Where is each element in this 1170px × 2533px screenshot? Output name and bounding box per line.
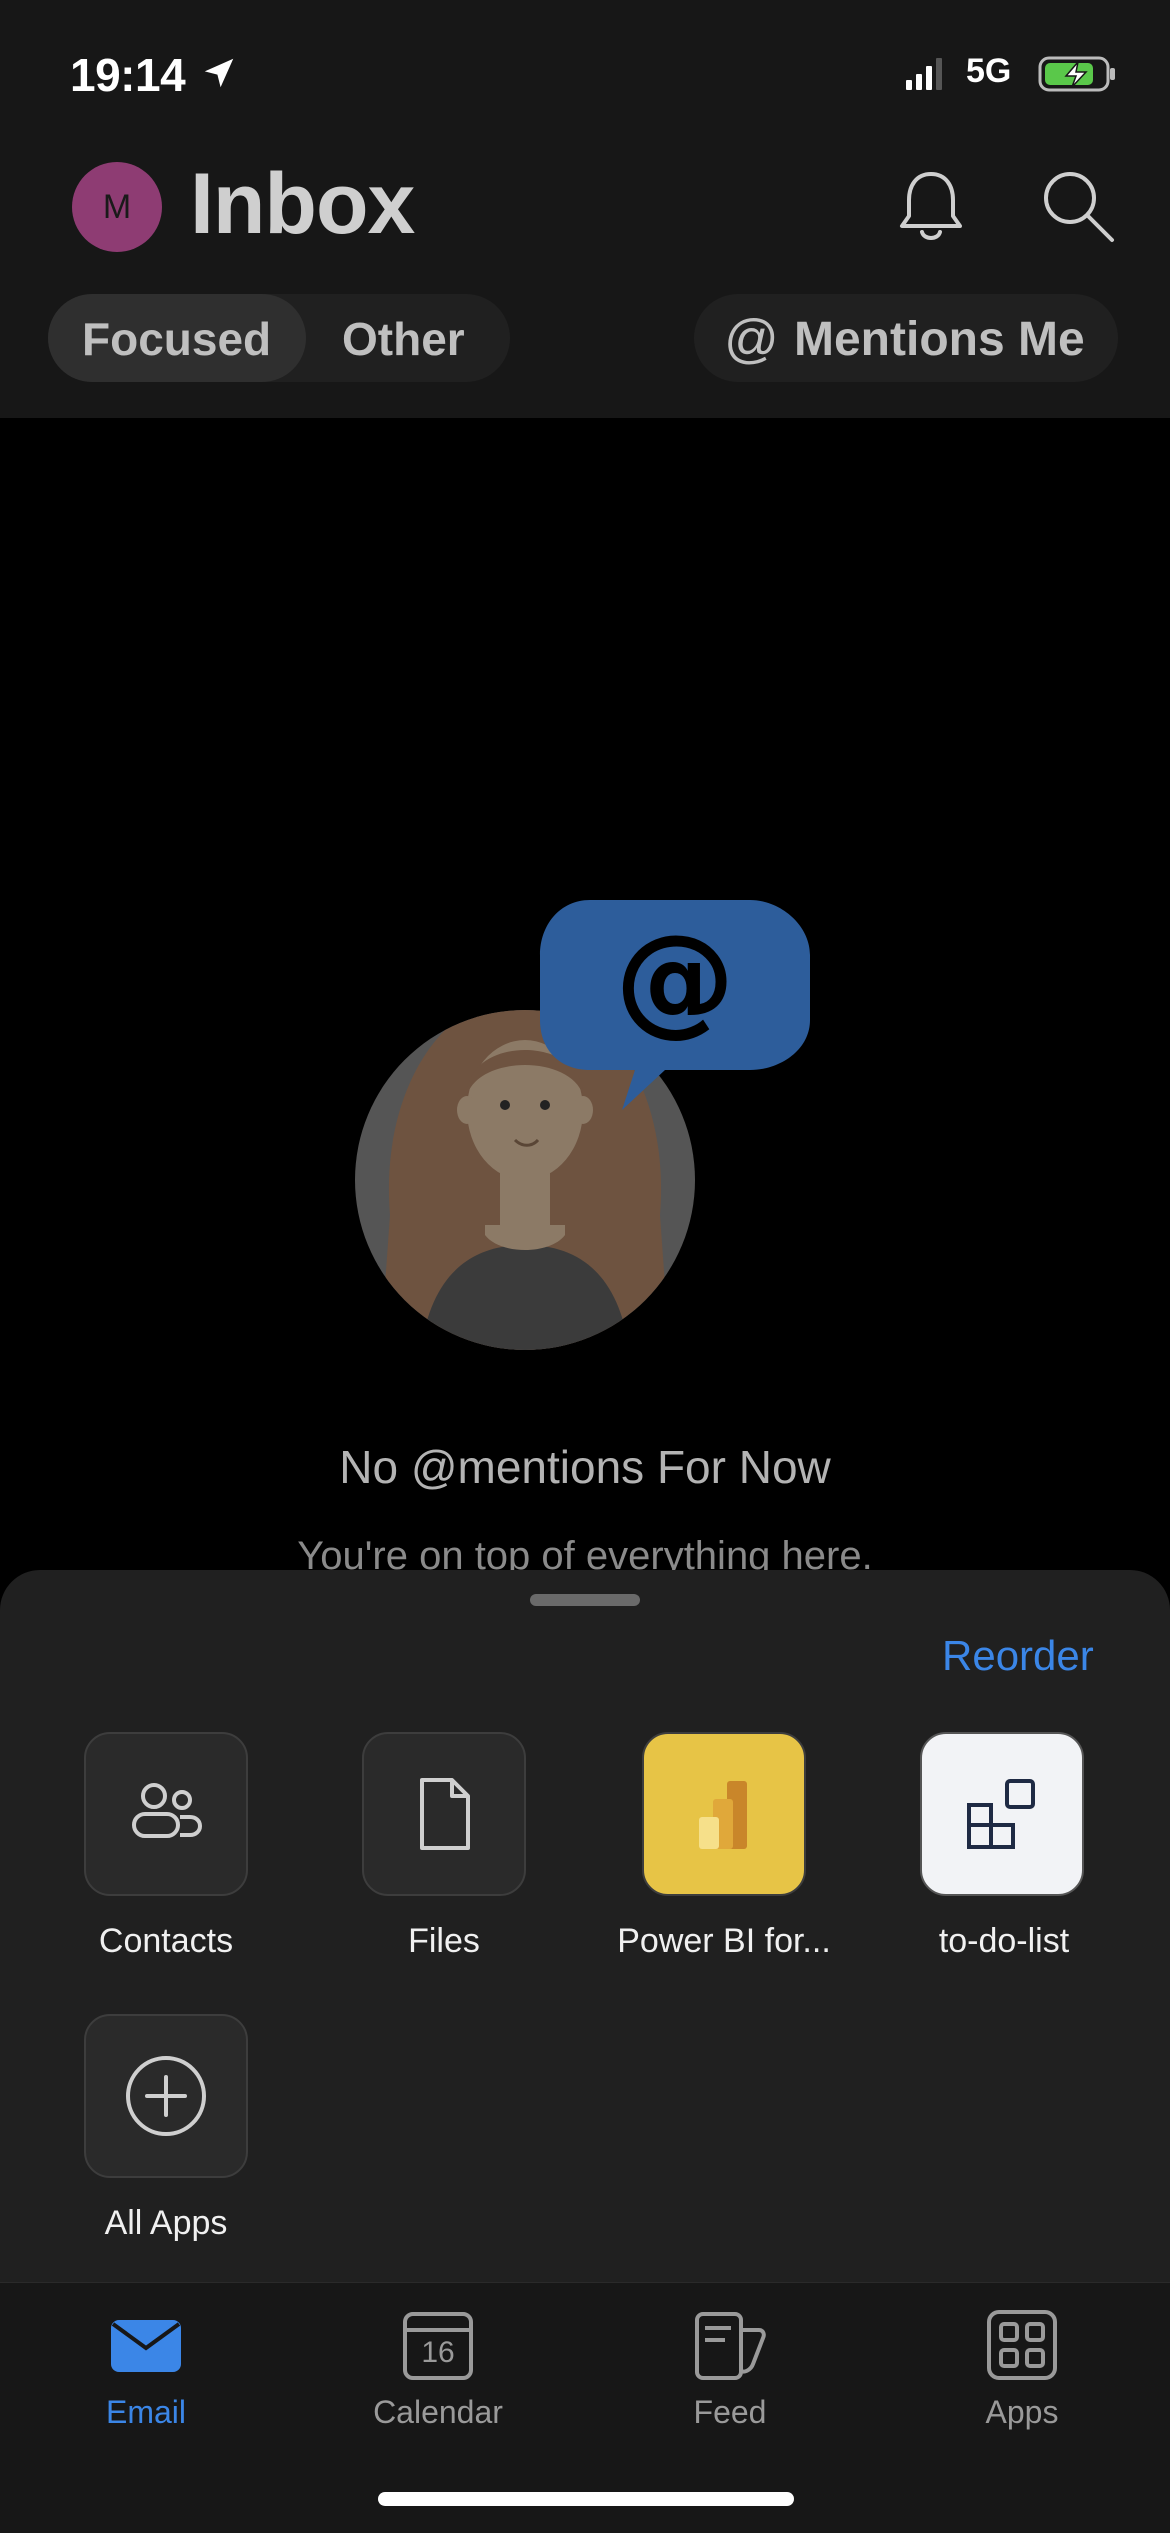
calendar-day-number: 16 [421,2336,455,2369]
add-circle-icon [126,2056,206,2136]
tab-feed[interactable]: Feed [640,2298,820,2438]
sheet-drag-handle[interactable] [530,1594,640,1606]
signal-icon [906,58,942,90]
svg-text:@: @ [615,910,735,1049]
file-icon [420,1778,470,1850]
bell-icon[interactable] [896,168,966,244]
tab-apps-label: Apps [985,2394,1059,2430]
focused-other-toggle: Focused Other [48,294,510,382]
tab-other[interactable]: Other [342,312,465,366]
avatar[interactable]: M [72,162,162,252]
tab-email-label: Email [105,2394,186,2430]
contacts-app-tile[interactable] [84,1732,248,1896]
tab-focused[interactable]: Focused [82,312,271,366]
mentions-empty-illustration: @ [355,900,810,1350]
apps-bottom-sheet [0,1570,1170,2382]
status-time: 19:14 [70,49,186,101]
all-apps-tile[interactable] [84,2014,248,2178]
tab-email[interactable]: Email [56,2298,236,2438]
todo-label: to-do-list [938,1922,1070,1960]
tab-calendar[interactable]: 16 Calendar [348,2298,528,2438]
apps-icon [987,2310,1057,2380]
power-bi-icon [699,1781,747,1849]
power-bi-app-tile[interactable] [642,1732,806,1896]
search-icon[interactable] [1040,168,1116,244]
mentions-me-label: Mentions Me [794,313,1085,366]
tab-calendar-label: Calendar [373,2394,503,2430]
home-indicator[interactable] [378,2492,794,2506]
power-bi-label: Power BI for... [617,1922,831,1960]
location-arrow-icon [204,58,234,88]
empty-state-title: No @mentions For Now [339,1441,831,1493]
todo-app-tile[interactable] [920,1732,1084,1896]
contacts-label: Contacts [98,1922,234,1960]
mentions-me-button[interactable]: @ Mentions Me [694,294,1118,382]
tab-feed-label: Feed [693,2394,767,2430]
tab-apps[interactable]: Apps [932,2298,1112,2438]
reorder-button[interactable]: Reorder [942,1632,1094,1680]
contacts-icon [132,1783,203,1838]
network-label: 5G [966,52,1012,90]
feed-icon [695,2312,766,2380]
at-icon: @ [724,309,779,369]
files-label: Files [408,1922,480,1960]
todo-icon [967,1779,1035,1849]
files-app-tile[interactable] [362,1732,526,1896]
mail-icon [111,2320,181,2372]
page-title: Inbox [190,156,415,252]
all-apps-label: All Apps [104,2204,228,2242]
battery-icon [1038,56,1115,92]
